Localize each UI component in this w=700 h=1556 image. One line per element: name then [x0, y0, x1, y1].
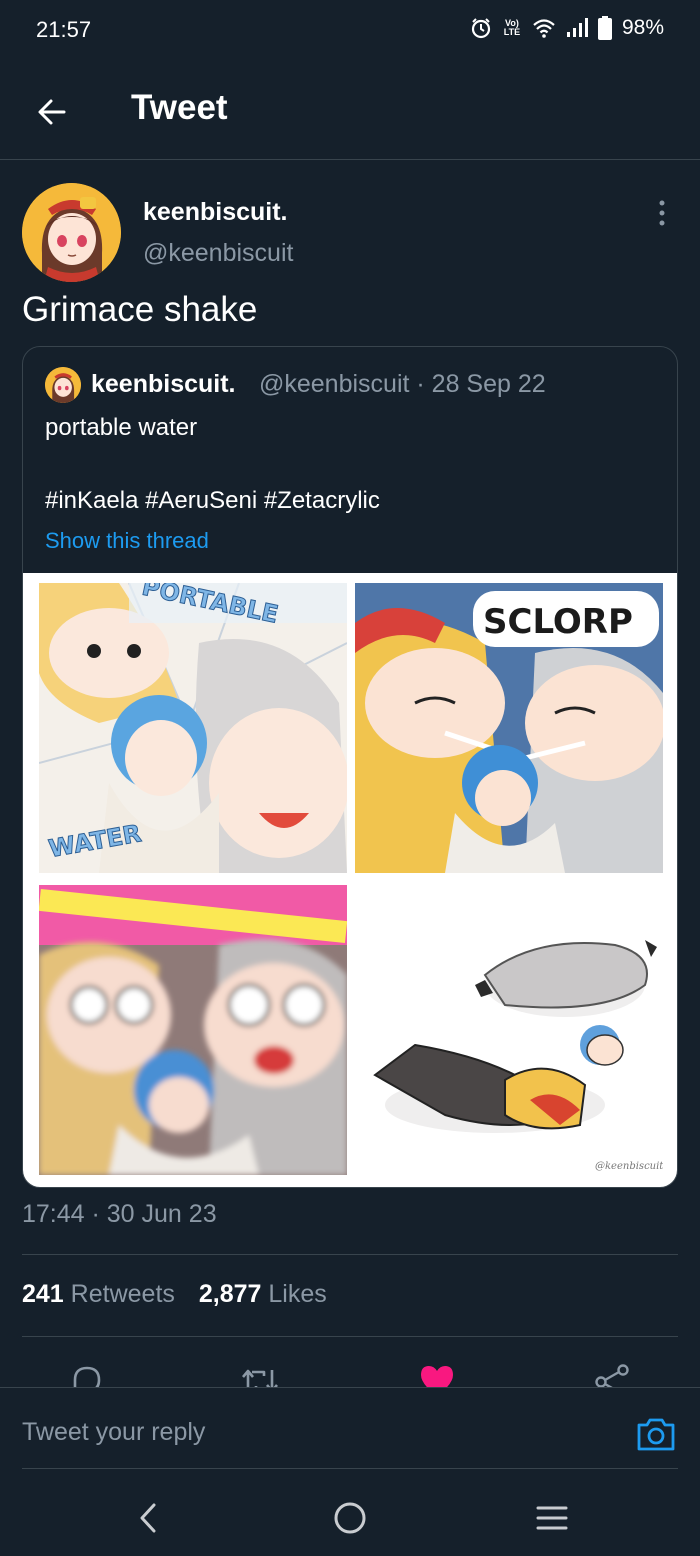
author-handle[interactable]: @keenbiscuit: [143, 239, 293, 268]
divider: [22, 1336, 678, 1337]
header: Tweet: [0, 60, 700, 160]
retweets-stat[interactable]: 241 Retweets: [22, 1280, 175, 1309]
back-arrow-icon: [38, 99, 66, 125]
nav-recents-button[interactable]: [532, 1498, 572, 1538]
nav-back-button[interactable]: [128, 1498, 168, 1538]
nav-recents-icon: [536, 1506, 568, 1530]
panel-4-watermark: @keenbiscuit: [595, 1161, 663, 1172]
media-grid: PORTABLE WATER SCLORP @keenbiscuit: [23, 573, 677, 1187]
retweets-count: 241: [22, 1280, 64, 1308]
divider: [22, 1254, 678, 1255]
panel-2-sclorp-text: SCLORP: [483, 602, 633, 642]
battery-percent: 98%: [621, 16, 664, 39]
back-button[interactable]: [30, 90, 74, 134]
nav-home-icon: [334, 1502, 366, 1534]
like-button[interactable]: [417, 1364, 457, 1387]
panel-3-art: [39, 885, 347, 1175]
tweet-text: Grimace shake: [22, 290, 258, 329]
signal-icon: [566, 18, 588, 37]
more-options-button[interactable]: [647, 198, 677, 228]
reply-input[interactable]: Tweet your reply: [22, 1418, 205, 1447]
quoted-tweet[interactable]: keenbiscuit. @keenbiscuit · 28 Sep 22 po…: [22, 346, 678, 1188]
media-panel-1[interactable]: PORTABLE WATER: [39, 583, 347, 873]
panel-1-art: PORTABLE WATER: [39, 583, 347, 873]
heart-icon: [421, 1366, 453, 1387]
reply-icon: [73, 1366, 101, 1387]
share-icon: [595, 1364, 629, 1387]
likes-count: 2,877: [198, 1280, 262, 1308]
retweet-icon: [242, 1369, 278, 1387]
quoted-author-name: keenbiscuit.: [91, 370, 236, 398]
author-name[interactable]: keenbiscuit.: [143, 198, 288, 227]
action-row: [0, 1350, 700, 1387]
panel-4-art: @keenbiscuit: [373, 940, 663, 1172]
media-panel-3[interactable]: [39, 885, 347, 1175]
more-vertical-icon: [659, 200, 665, 226]
avatar[interactable]: [22, 183, 121, 282]
tweet-timestamp: 17:44 · 30 Jun 23: [22, 1200, 217, 1228]
reply-bar: Tweet your reply: [0, 1387, 700, 1471]
network-label: Vo) LTE: [503, 18, 521, 37]
system-nav-bar: [0, 1472, 700, 1556]
avatar-image: [22, 183, 121, 282]
status-bar: 21:57 Vo) LTE 98%: [0, 0, 700, 60]
alarm-icon: [471, 18, 491, 39]
reply-button[interactable]: [67, 1364, 107, 1387]
status-time: 21:57: [36, 17, 92, 42]
wifi-icon: [533, 19, 555, 38]
quoted-meta: @keenbiscuit · 28 Sep 22: [259, 370, 546, 398]
nav-back-icon: [140, 1503, 156, 1533]
likes-label: Likes: [268, 1280, 327, 1308]
show-thread-link[interactable]: Show this thread: [45, 528, 209, 554]
retweets-label: Retweets: [70, 1280, 175, 1308]
divider: [22, 1468, 678, 1469]
quoted-avatar: [45, 367, 81, 403]
media-panel-4[interactable]: @keenbiscuit: [355, 885, 663, 1175]
quoted-hashtags[interactable]: #inKaela #AeruSeni #Zetacrylic: [45, 487, 380, 515]
share-button[interactable]: [592, 1364, 632, 1387]
retweet-button[interactable]: [240, 1364, 280, 1387]
quoted-avatar-image: [45, 367, 81, 403]
panel-2-art: SCLORP: [355, 591, 663, 873]
tweet-stats: 241 Retweets 2,877 Likes: [22, 1280, 327, 1309]
status-icons: Vo) LTE 98%: [470, 16, 664, 40]
page-title: Tweet: [131, 88, 228, 127]
camera-icon: [637, 1418, 675, 1451]
likes-stat[interactable]: 2,877 Likes: [199, 1280, 327, 1309]
media-panel-2[interactable]: SCLORP: [355, 583, 663, 873]
camera-button[interactable]: [636, 1416, 676, 1452]
quoted-text: portable water: [45, 414, 198, 441]
nav-home-button[interactable]: [330, 1498, 370, 1538]
battery-icon: [597, 16, 612, 40]
